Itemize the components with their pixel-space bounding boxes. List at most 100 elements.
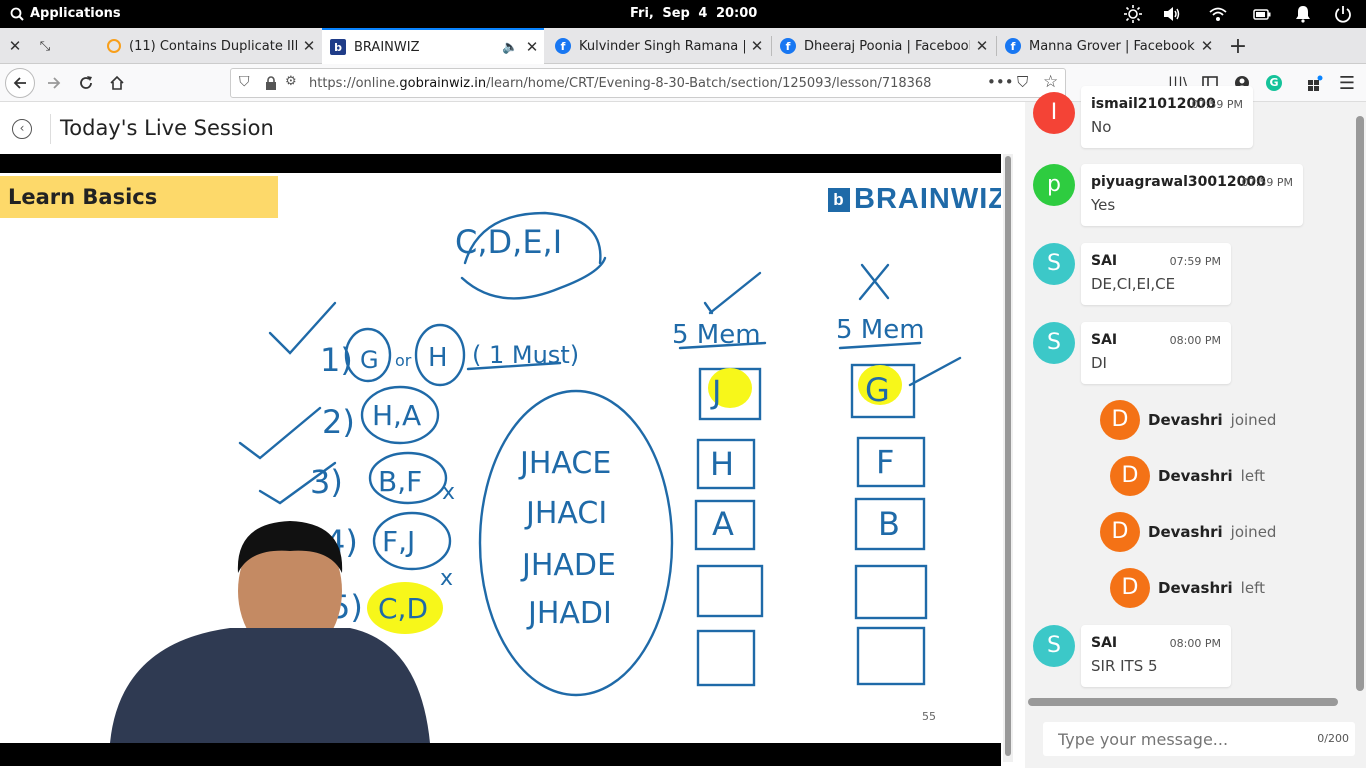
avatar: D — [1100, 400, 1140, 440]
avatar: I — [1033, 92, 1075, 134]
tab-leetcode[interactable]: (11) Contains Duplicate III - Le ✕ — [99, 28, 321, 64]
tab-brainwiz[interactable]: b BRAINWIZ 🔈 ✕ — [322, 28, 544, 64]
message-bubble: piyuagrawal30012000 07:59 PM Yes — [1081, 164, 1303, 226]
battery-icon[interactable] — [1253, 5, 1271, 23]
close-window-button[interactable]: ✕ — [0, 31, 30, 61]
permissions-icon[interactable]: ⚙ — [285, 74, 297, 89]
close-tab-icon[interactable]: ✕ — [1195, 37, 1219, 55]
chat-event-left: D Devashri left — [1110, 568, 1265, 608]
facebook-favicon-icon: f — [780, 38, 796, 54]
svg-text:3): 3) — [310, 463, 343, 501]
restore-icon: ⤡ — [39, 38, 51, 54]
arrow-right-icon — [48, 77, 61, 89]
url-bar[interactable]: ⛉ ⚙ https://online.gobrainwiz.in/learn/h… — [230, 68, 1066, 98]
message-time: 07:59 PM — [1191, 98, 1243, 111]
avatar: D — [1110, 456, 1150, 496]
svg-text:( 1 Must): ( 1 Must) — [472, 341, 579, 369]
chat-event-joined: D Devashri joined — [1100, 512, 1276, 552]
applications-label: Applications — [30, 6, 121, 21]
character-counter: 0/200 — [1317, 732, 1349, 745]
forward-button[interactable] — [39, 68, 69, 98]
brainwiz-favicon-icon: b — [330, 39, 346, 55]
svg-text:A: A — [712, 505, 734, 543]
svg-text:JHACE: JHACE — [518, 446, 611, 481]
tab-facebook-dheeraj[interactable]: f Dheeraj Poonia | Facebook ✕ — [772, 28, 994, 64]
svg-text:B,F: B,F — [378, 465, 422, 498]
page-actions-icon[interactable]: ••• — [987, 73, 1014, 91]
wifi-icon[interactable] — [1209, 5, 1227, 23]
extensions-button[interactable] — [1300, 68, 1330, 98]
power-icon[interactable] — [1334, 5, 1352, 23]
event-status: joined — [1230, 523, 1277, 541]
event-status: left — [1240, 579, 1265, 597]
svg-text:5 Mem: 5 Mem — [672, 320, 761, 350]
speaker-icon[interactable]: 🔈 — [502, 40, 520, 55]
message-bubble: SAI 07:59 PM DE,CI,EI,CE — [1081, 243, 1231, 305]
event-name: Devashri — [1158, 467, 1233, 485]
restore-window-button[interactable]: ⤡ — [30, 31, 60, 61]
leetcode-favicon-icon — [107, 39, 121, 53]
chat-horizontal-scrollbar[interactable] — [1028, 698, 1338, 706]
svg-text:1): 1) — [320, 341, 353, 379]
avatar: p — [1033, 164, 1075, 206]
system-top-bar: Applications Fri, Sep 4 20:00 — [0, 0, 1366, 28]
url-text: https://online.gobrainwiz.in/learn/home/… — [309, 76, 931, 91]
tab-facebook-kulvinder[interactable]: f Kulvinder Singh Ramana | Fa ✕ — [547, 28, 769, 64]
tab-facebook-manna[interactable]: f Manna Grover | Facebook ✕ — [997, 28, 1219, 64]
event-name: Devashri — [1148, 411, 1223, 429]
page-scrollbar[interactable] — [1003, 154, 1013, 762]
avatar: S — [1033, 625, 1075, 667]
message-time: 08:00 PM — [1169, 334, 1221, 347]
web-content: ‹ Today's Live Session Learn Basics b BRA… — [0, 86, 1366, 768]
tab-title: BRAINWIZ — [354, 39, 420, 55]
message-bubble: SAI 08:00 PM SIR ITS 5 — [1081, 625, 1231, 687]
home-button[interactable] — [102, 68, 132, 98]
home-icon — [110, 75, 124, 90]
lock-icon[interactable] — [265, 76, 277, 90]
svg-text:C,D,E,I: C,D,E,I — [455, 223, 562, 261]
new-tab-button[interactable]: + — [1223, 31, 1253, 61]
svg-text:x: x — [442, 480, 455, 505]
menu-button[interactable]: ☰ — [1332, 68, 1362, 98]
svg-text:F: F — [876, 443, 894, 481]
shield-icon[interactable]: ⛉ — [239, 74, 250, 90]
back-chevron-icon[interactable]: ‹ — [12, 119, 32, 139]
svg-text:x: x — [440, 566, 453, 591]
hamburger-menu-icon: ☰ — [1338, 72, 1356, 94]
message-time: 07:59 PM — [1241, 176, 1293, 189]
pocket-icon[interactable]: ⛉ — [1017, 73, 1028, 91]
svg-text:C,D: C,D — [378, 592, 428, 625]
live-video-player[interactable]: Learn Basics b BRAINWIZ C,D,E,I 1) G or … — [0, 154, 1001, 766]
clock[interactable]: Fri, Sep 4 20:00 — [630, 6, 757, 21]
svg-text:B: B — [878, 505, 900, 543]
event-name: Devashri — [1148, 523, 1223, 541]
chat-panel: I ismail21012000 07:59 PM No p piyuagraw… — [1025, 86, 1366, 768]
message-bubble: SAI 08:00 PM DI — [1081, 322, 1231, 384]
message-text: No — [1091, 118, 1112, 136]
chat-scrollbar[interactable] — [1356, 116, 1364, 691]
close-tab-icon[interactable]: ✕ — [297, 37, 321, 55]
close-tab-icon[interactable]: ✕ — [745, 37, 769, 55]
message-text: Yes — [1091, 196, 1116, 214]
chat-message-input[interactable] — [1043, 722, 1293, 756]
bookmark-star-icon[interactable]: ☆ — [1043, 72, 1058, 92]
notification-bell-icon[interactable] — [1294, 5, 1312, 23]
tab-title: Dheeraj Poonia | Facebook — [804, 38, 970, 54]
grammarly-extension-button[interactable]: G — [1259, 68, 1289, 98]
handwritten-whiteboard: C,D,E,I 1) Gor H( 1 Must) 2) H,A 3) B,F 4) F,… — [110, 211, 962, 743]
facebook-favicon-icon: f — [555, 38, 571, 54]
whiteboard-slide: Learn Basics b BRAINWIZ C,D,E,I 1) G or … — [0, 173, 1001, 743]
avatar: S — [1033, 322, 1075, 364]
applications-menu[interactable]: Applications — [10, 6, 121, 21]
close-tab-icon[interactable]: ✕ — [520, 38, 544, 56]
url-path: /learn/home/CRT/Evening-8-30-Batch/secti… — [486, 75, 932, 91]
close-tab-icon[interactable]: ✕ — [970, 37, 994, 55]
svg-text:JHADI: JHADI — [526, 596, 612, 631]
back-button[interactable] — [5, 68, 35, 98]
reload-button[interactable] — [71, 68, 101, 98]
scrollbar-thumb[interactable] — [1005, 156, 1011, 756]
slide-page-number: 55 — [922, 710, 936, 723]
svg-text:JHADE: JHADE — [520, 548, 616, 583]
brightness-icon[interactable] — [1124, 5, 1142, 23]
volume-icon[interactable] — [1163, 5, 1181, 23]
